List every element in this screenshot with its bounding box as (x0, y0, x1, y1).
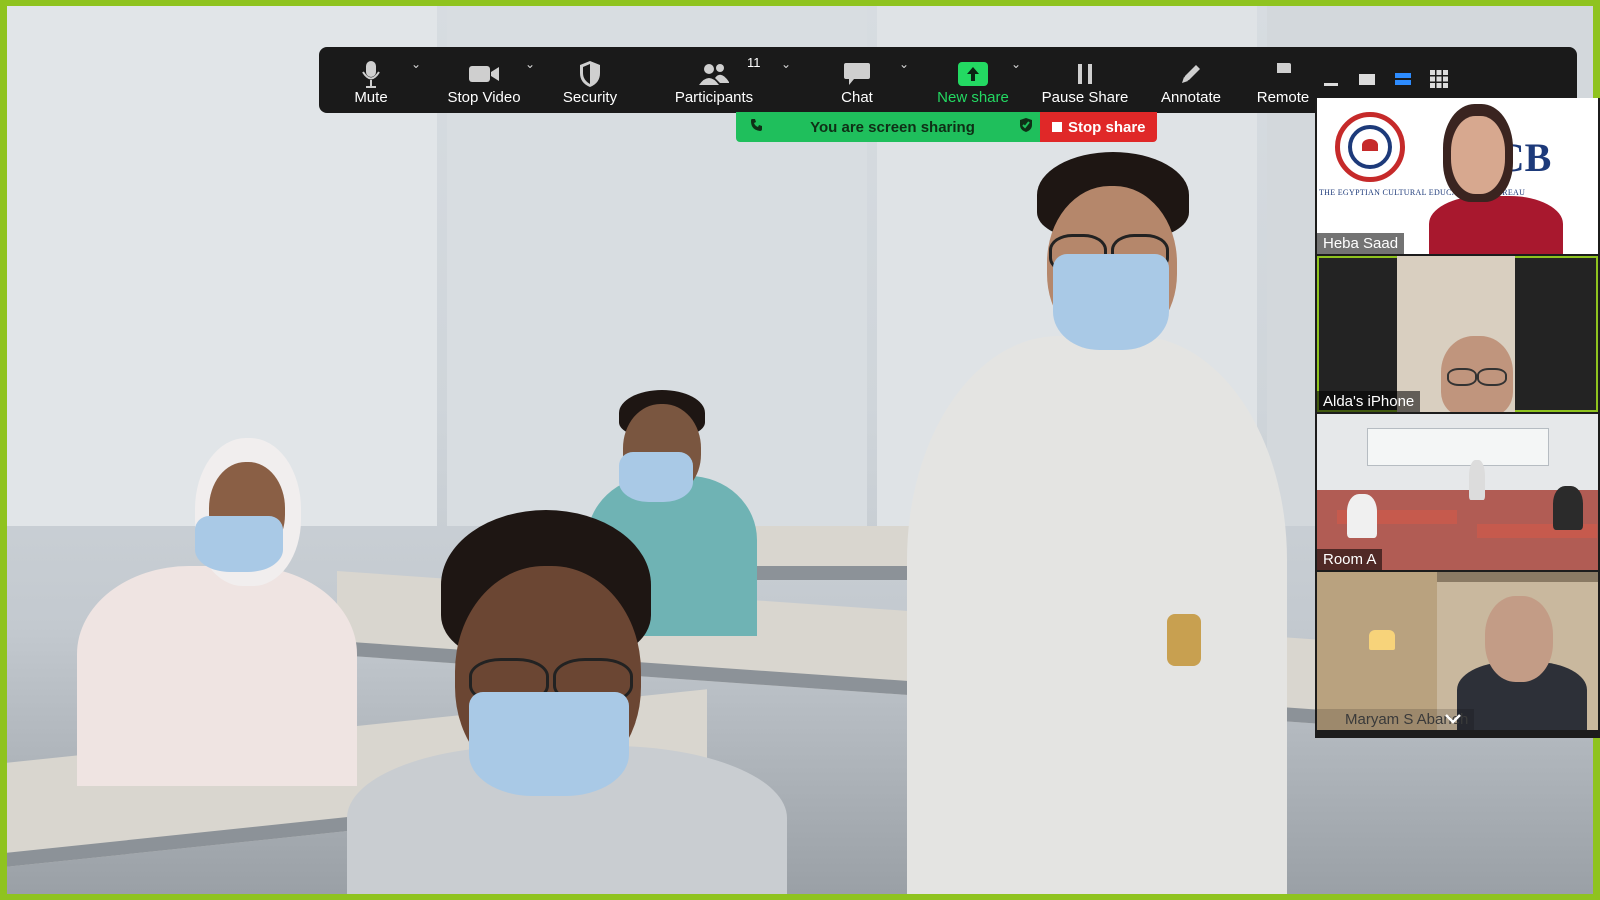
participants-label: Participants (674, 89, 754, 106)
remote-control-button[interactable]: Remote (1253, 47, 1313, 113)
chat-button[interactable]: Chat (829, 47, 885, 113)
video-tile[interactable]: Alda's iPhone (1317, 256, 1598, 412)
organization-logo (1335, 112, 1405, 182)
chat-label: Chat (841, 89, 873, 106)
gallery-view-icon[interactable] (1428, 68, 1450, 90)
share-arrow-icon (958, 57, 988, 91)
screen-sharing-banner: You are screen sharing (736, 112, 1043, 142)
remote-icon (1273, 57, 1293, 91)
stop-square-icon (1052, 122, 1062, 132)
new-share-button[interactable]: New share (931, 47, 1015, 113)
stop-share-label: Stop share (1068, 118, 1146, 136)
pause-share-label: Pause Share (1041, 89, 1129, 106)
new-share-label: New share (937, 89, 1009, 106)
stop-share-button[interactable]: Stop share (1040, 112, 1157, 142)
pencil-icon (1179, 57, 1203, 91)
thumbnail-view-icon[interactable] (1356, 68, 1378, 90)
participant-name: Alda's iPhone (1317, 391, 1421, 412)
video-camera-icon (468, 57, 500, 91)
shield-icon (578, 57, 602, 91)
participants-icon (698, 57, 730, 91)
phone-icon (750, 118, 766, 136)
remote-label: Remote (1256, 89, 1310, 106)
participant-name: Room A (1317, 549, 1383, 570)
pause-share-button[interactable]: Pause Share (1039, 47, 1131, 113)
participants-count: 11 (747, 55, 761, 70)
video-tile[interactable]: Room A (1317, 414, 1598, 570)
chat-bubble-icon (843, 57, 871, 91)
share-options-chevron-icon[interactable]: ⌄ (1011, 57, 1021, 71)
security-label: Security (562, 89, 618, 106)
participants-options-chevron-icon[interactable]: ⌄ (781, 57, 791, 71)
microphone-icon (361, 57, 381, 91)
mute-options-chevron-icon[interactable]: ⌄ (411, 57, 421, 71)
participants-button[interactable]: Participants (669, 47, 759, 113)
annotate-button[interactable]: Annotate (1155, 47, 1227, 113)
chat-options-chevron-icon[interactable]: ⌄ (899, 57, 909, 71)
mute-label: Mute (354, 89, 388, 106)
stop-video-label: Stop Video (447, 89, 521, 106)
pause-icon (1075, 57, 1095, 91)
video-tile[interactable]: ECB THE EGYPTIAN CULTURAL EDUCATIONAL BU… (1317, 98, 1598, 254)
shield-check-icon (1019, 117, 1033, 137)
annotate-label: Annotate (1160, 89, 1222, 106)
participant-name: Heba Saad (1317, 233, 1405, 254)
screen-sharing-text: You are screen sharing (810, 118, 975, 136)
mute-button[interactable]: Mute (339, 47, 403, 113)
speaker-view-icon[interactable] (1392, 68, 1414, 90)
security-button[interactable]: Security (555, 47, 625, 113)
participants-video-panel: ECB THE EGYPTIAN CULTURAL EDUCATIONAL BU… (1315, 98, 1600, 738)
scroll-down-chevron-icon[interactable] (1444, 712, 1462, 730)
view-controls (1320, 64, 1450, 94)
video-tile[interactable]: Maryam S Abaneh (1317, 572, 1598, 730)
stop-video-button[interactable]: Stop Video (439, 47, 529, 113)
minimize-icon[interactable] (1320, 68, 1342, 90)
video-options-chevron-icon[interactable]: ⌄ (525, 57, 535, 71)
